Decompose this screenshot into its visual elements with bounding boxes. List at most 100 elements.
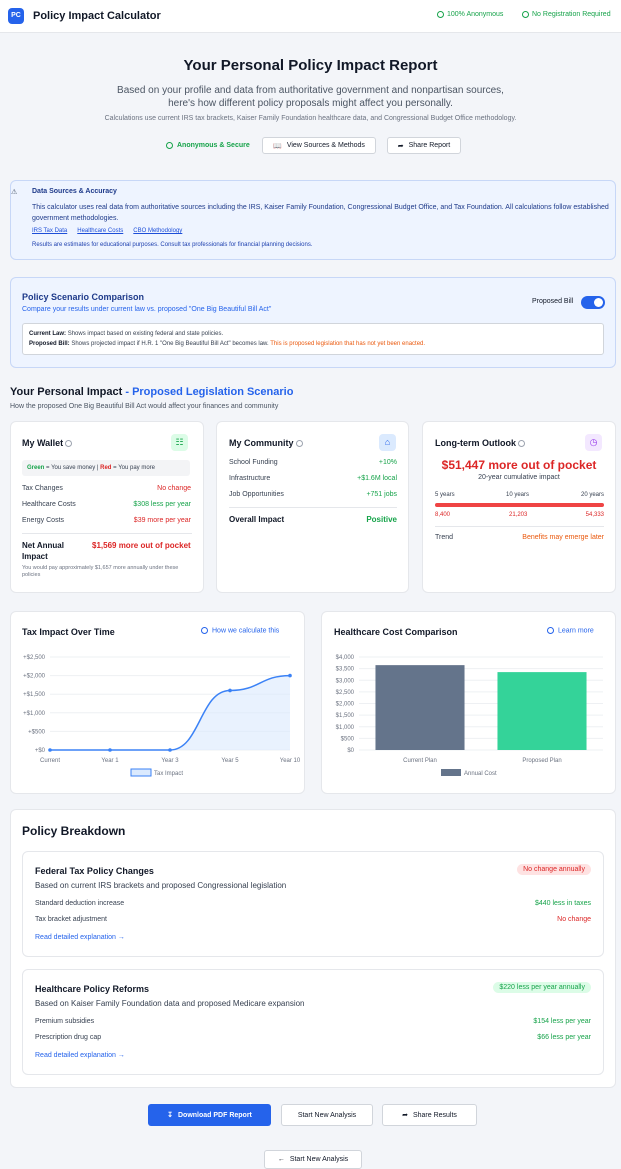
policy-title: Federal Tax Policy Changes <box>35 866 154 876</box>
data-sources-note: Results are estimates for educational pu… <box>32 242 313 248</box>
share-icon: ➦ <box>402 1112 408 1119</box>
info-icon[interactable] <box>518 440 525 448</box>
legend-swatch <box>130 768 152 777</box>
info-icon <box>547 627 554 634</box>
tax-impact-line-chart: +$0 +$500 +$1,000 +$1,500 +$2,000 +$2,500 Curr… <box>23 655 301 777</box>
healthcare-costs-link[interactable]: Healthcare Costs <box>77 228 123 234</box>
x-tick-label: Year 10 <box>280 758 301 764</box>
healthcare-costs-value: $308 less per year <box>133 501 191 508</box>
no-registration-badge: No Registration Required <box>522 11 611 18</box>
toggle-knob <box>594 298 603 307</box>
source-links: IRS Tax Data Healthcare Costs CBO Method… <box>32 228 182 234</box>
policy-row-value: No change <box>557 916 591 923</box>
back-start-new-analysis-button[interactable]: ← Start New Analysis <box>264 1150 362 1169</box>
policy-subtitle: Based on current IRS brackets and propos… <box>35 881 287 890</box>
y-tick-label: $1,500 <box>336 713 355 719</box>
policy-row-label: Prescription drug cap <box>35 1034 102 1041</box>
data-point <box>168 748 172 752</box>
data-sources-text: This calculator uses real data from auth… <box>32 204 609 222</box>
x-tick-label: Proposed Plan <box>522 758 561 764</box>
warning-icon: ⚠ <box>11 189 18 196</box>
tax-changes-label: Tax Changes <box>22 485 63 492</box>
value-10-years: 21,203 <box>509 512 528 518</box>
share-report-button[interactable]: ➦ Share Report <box>387 137 461 154</box>
app-logo: PC <box>8 8 24 24</box>
tax-changes-value: No change <box>157 485 191 492</box>
x-tick-label: Year 3 <box>161 758 179 764</box>
arrow-left-icon: ← <box>277 1156 285 1163</box>
net-impact-value: $1,569 more out of pocket <box>92 541 191 550</box>
check-circle-icon <box>522 11 529 18</box>
impact-section-title: Your Personal Impact - Proposed Legislat… <box>10 386 294 398</box>
cbo-methodology-link[interactable]: CBO Methodology <box>133 228 182 234</box>
y-tick-label: +$1,500 <box>23 692 46 698</box>
divider <box>435 526 604 527</box>
page-subtitle: Based on your profile and data from auth… <box>117 85 504 109</box>
divider <box>22 533 192 534</box>
policy-row-value: $66 less per year <box>537 1034 591 1041</box>
period-5-years: 5 years <box>435 492 455 498</box>
period-20-years: 20 years <box>580 492 604 498</box>
read-explanation-link[interactable]: Read detailed explanation → <box>35 1052 125 1059</box>
start-new-analysis-button[interactable]: Start New Analysis <box>281 1104 373 1126</box>
learn-more-link[interactable]: Learn more <box>545 627 594 634</box>
book-icon: 📖 <box>273 142 282 150</box>
outlook-amount-subtitle: 20-year cumulative impact <box>478 474 560 481</box>
shield-icon <box>166 142 173 149</box>
y-tick-label: +$2,000 <box>23 674 46 680</box>
irs-tax-data-link[interactable]: IRS Tax Data <box>32 228 67 234</box>
policy-row-label: Premium subsidies <box>35 1018 95 1025</box>
download-pdf-button[interactable]: ↧ Download PDF Report <box>148 1104 271 1126</box>
job-opportunities-label: Job Opportunities <box>229 491 284 498</box>
proposed-bill-label: Proposed Bill <box>532 298 574 305</box>
how-we-calculate-link[interactable]: How we calculate this <box>199 627 279 634</box>
data-point <box>288 673 292 678</box>
anonymous-secure-label: Anonymous & Secure <box>166 137 250 154</box>
x-tick-label: Current Plan <box>403 758 437 764</box>
share-results-button[interactable]: ➦ Share Results <box>382 1104 477 1126</box>
app-title: Policy Impact Calculator <box>33 10 161 22</box>
period-10-years: 10 years <box>506 492 530 498</box>
proposed-bill-explanation: Proposed Bill: Shows projected impact if… <box>29 341 426 347</box>
home-icon: ⌂ <box>379 434 396 451</box>
y-tick-label: $2,000 <box>336 702 355 708</box>
scenario-title: Policy Scenario Comparison <box>22 292 145 302</box>
policy-row-value: $440 less in taxes <box>534 900 591 907</box>
read-explanation-link[interactable]: Read detailed explanation → <box>35 934 125 941</box>
healthcare-costs-label: Healthcare Costs <box>22 501 76 508</box>
y-tick-label: $1,000 <box>336 725 355 731</box>
y-tick-label: +$500 <box>28 729 46 735</box>
info-icon[interactable] <box>65 440 73 448</box>
y-tick-label: $3,500 <box>336 667 355 673</box>
y-tick-label: $4,000 <box>336 655 355 661</box>
overall-impact-value: Positive <box>366 515 397 524</box>
page-title: Your Personal Policy Impact Report <box>183 57 438 74</box>
energy-costs-value: $39 more per year <box>133 517 191 524</box>
tax-chart-title: Tax Impact Over Time <box>22 627 115 637</box>
y-tick-label: +$1,000 <box>23 711 46 717</box>
share-icon: ➦ <box>397 142 404 150</box>
infrastructure-label: Infrastructure <box>229 475 271 482</box>
bar <box>375 665 465 750</box>
y-tick-label: $500 <box>341 736 355 742</box>
policy-subtitle: Based on Kaiser Family Foundation data a… <box>35 999 305 1008</box>
value-5-years: 8,400 <box>435 512 451 518</box>
school-funding-label: School Funding <box>229 459 278 466</box>
current-law-explanation: Current Law: Shows impact based on exist… <box>29 331 224 337</box>
long-term-outlook-title: Long-term Outlook <box>435 438 525 448</box>
info-icon[interactable] <box>295 440 303 448</box>
outlook-progress-bar <box>435 503 604 507</box>
bar <box>497 672 587 750</box>
policy-row-value: $154 less per year <box>533 1018 591 1025</box>
my-wallet-title: My Wallet <box>22 438 73 448</box>
info-icon <box>201 627 208 634</box>
y-tick-label: $2,500 <box>336 690 355 696</box>
data-sources-title: Data Sources & Accuracy <box>32 188 117 195</box>
x-tick-label: Year 1 <box>101 758 119 764</box>
policy-impact-pill: No change annually <box>517 864 591 875</box>
view-sources-button[interactable]: 📖 View Sources & Methods <box>262 137 376 154</box>
proposed-bill-toggle[interactable] <box>581 296 605 309</box>
calculator-icon: ☷ <box>171 434 188 451</box>
wallet-color-legend: Green = You save money | Red = You pay m… <box>22 460 190 476</box>
impact-section-subtitle: How the proposed One Big Beautiful Bill … <box>10 403 279 410</box>
